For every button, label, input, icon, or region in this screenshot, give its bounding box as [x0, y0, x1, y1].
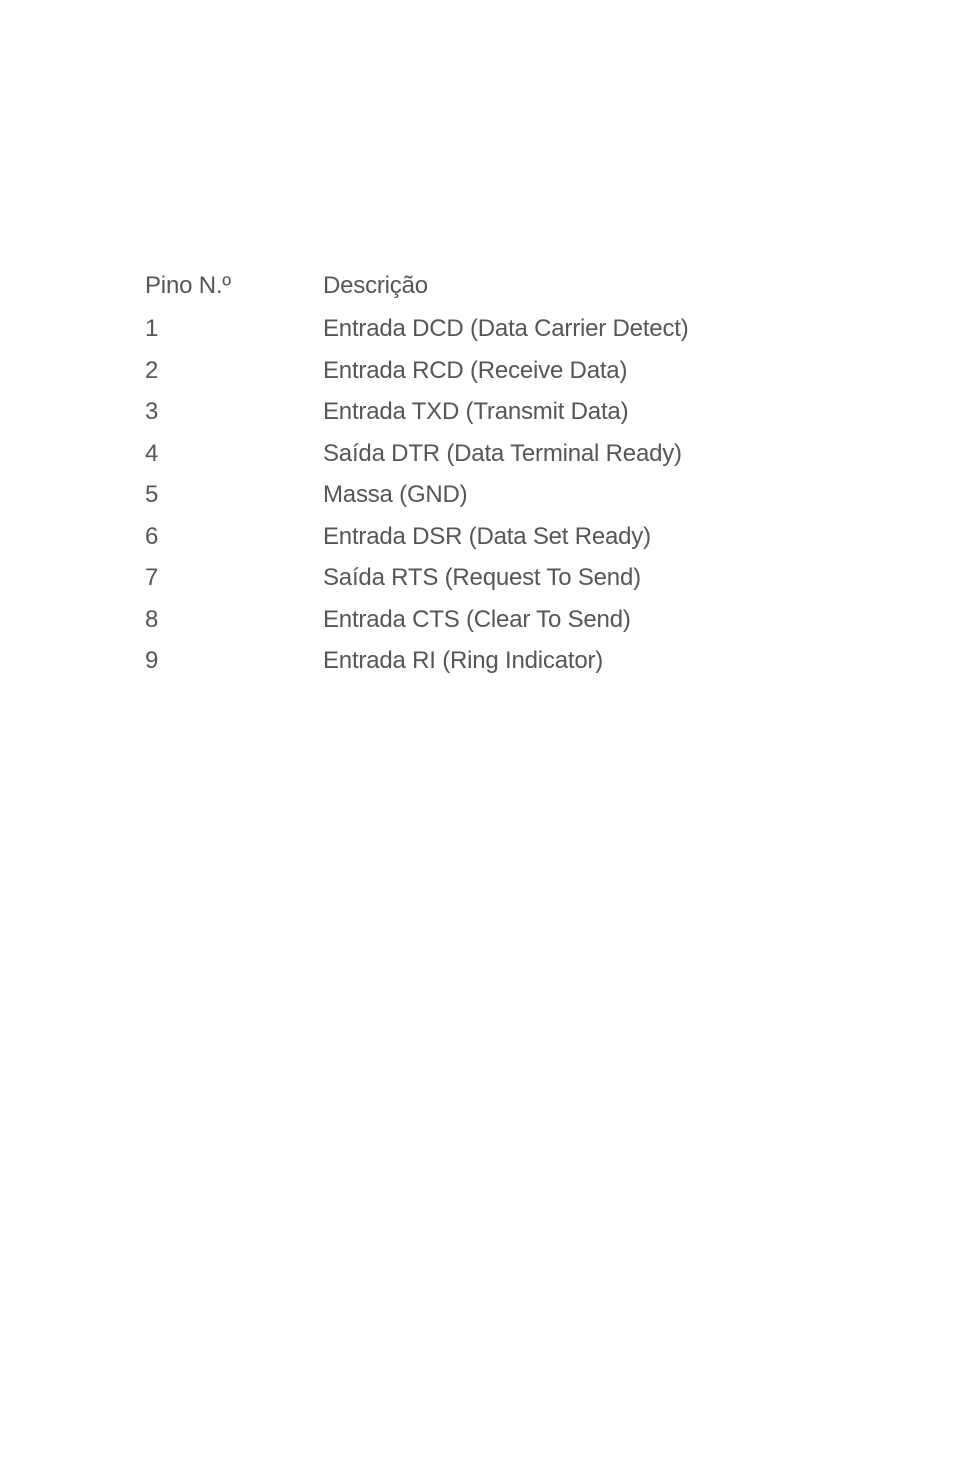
cell-desc: Entrada TXD (Transmit Data) [323, 400, 628, 424]
table-row: 3 Entrada TXD (Transmit Data) [145, 400, 689, 424]
cell-pin: 1 [145, 317, 323, 341]
pin-description-table: Pino N.º Descrição 1 Entrada DCD (Data C… [145, 274, 689, 691]
table-row: 6 Entrada DSR (Data Set Ready) [145, 525, 689, 549]
cell-desc: Saída DTR (Data Terminal Ready) [323, 442, 682, 466]
cell-pin: 2 [145, 359, 323, 383]
cell-pin: 7 [145, 566, 323, 590]
cell-desc: Massa (GND) [323, 483, 467, 507]
table-row: 7 Saída RTS (Request To Send) [145, 566, 689, 590]
cell-desc: Entrada DSR (Data Set Ready) [323, 525, 651, 549]
cell-desc: Entrada RCD (Receive Data) [323, 359, 627, 383]
table-row: 9 Entrada RI (Ring Indicator) [145, 649, 689, 673]
table-row: 5 Massa (GND) [145, 483, 689, 507]
table-header-row: Pino N.º Descrição [145, 274, 689, 298]
cell-desc: Saída RTS (Request To Send) [323, 566, 641, 590]
cell-pin: 6 [145, 525, 323, 549]
cell-pin: 4 [145, 442, 323, 466]
cell-desc: Entrada RI (Ring Indicator) [323, 649, 603, 673]
cell-pin: 3 [145, 400, 323, 424]
table-row: 8 Entrada CTS (Clear To Send) [145, 608, 689, 632]
cell-pin: 9 [145, 649, 323, 673]
table-row: 1 Entrada DCD (Data Carrier Detect) [145, 317, 689, 341]
header-desc: Descrição [323, 274, 428, 298]
cell-pin: 5 [145, 483, 323, 507]
cell-desc: Entrada CTS (Clear To Send) [323, 608, 631, 632]
header-pin: Pino N.º [145, 274, 323, 298]
cell-desc: Entrada DCD (Data Carrier Detect) [323, 317, 689, 341]
table-row: 4 Saída DTR (Data Terminal Ready) [145, 442, 689, 466]
cell-pin: 8 [145, 608, 323, 632]
table-row: 2 Entrada RCD (Receive Data) [145, 359, 689, 383]
